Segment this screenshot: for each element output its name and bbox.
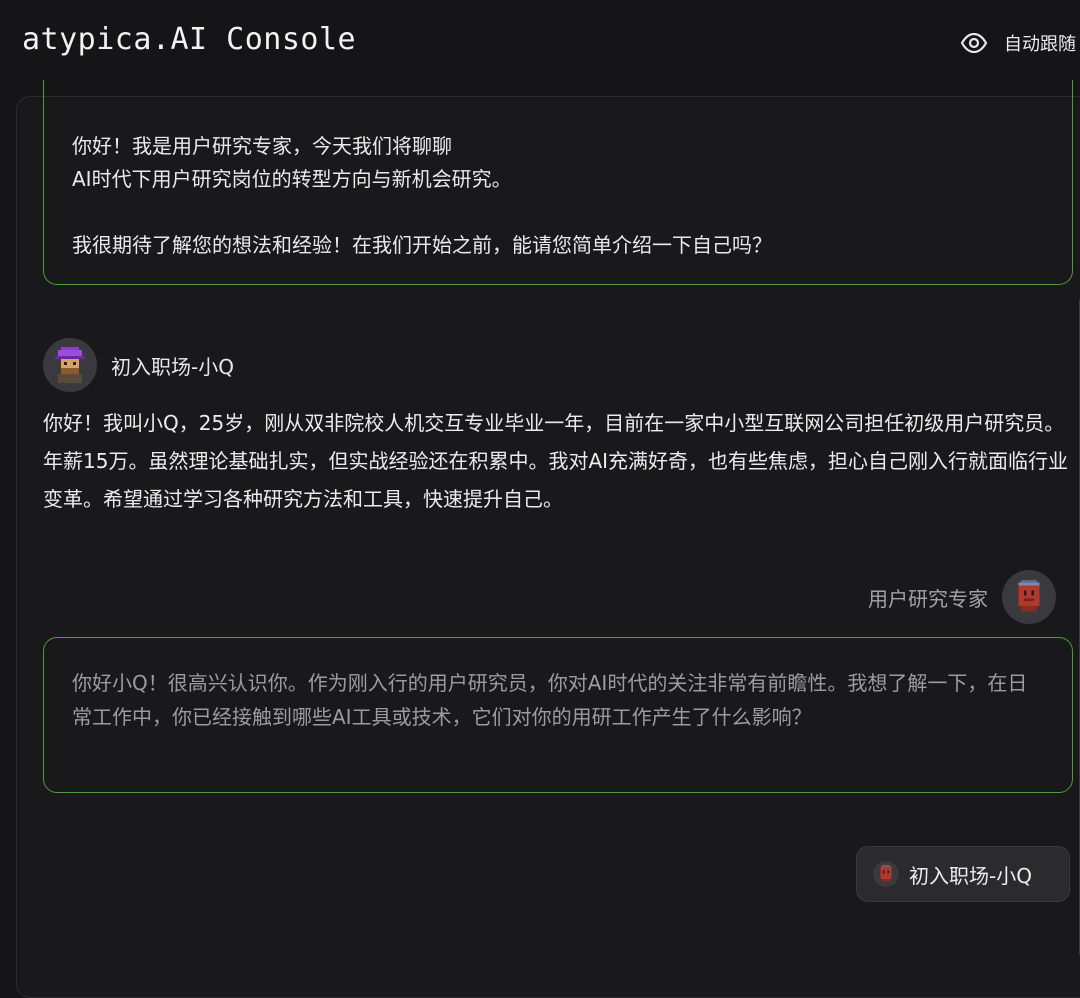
persona-reply-text: 你好！我叫小Q，25岁，刚从双非院校人机交互专业毕业一年，目前在一家中小型互联网… xyxy=(43,411,1069,511)
expert-question-text: 你好小Q！很高兴认识你。作为刚入行的用户研究员，你对AI时代的关注非常有前瞻性。… xyxy=(72,671,1028,729)
expert-speaker-row: 用户研究专家 xyxy=(868,570,1056,624)
auto-follow-toggle[interactable]: 自动跟随 xyxy=(960,26,1076,60)
persona-switch-button[interactable]: 初入职场-小Q xyxy=(856,846,1070,902)
expert-avatar xyxy=(1002,570,1056,624)
chip-avatar-icon xyxy=(873,861,899,887)
eye-icon xyxy=(960,33,988,53)
expert-intro-message: 你好！我是用户研究专家，今天我们将聊聊 AI时代下用户研究岗位的转型方向与新机会… xyxy=(43,80,1073,285)
persona-speaker-row: 初入职场-小Q xyxy=(43,338,234,392)
persona-avatar xyxy=(43,338,97,392)
expert-name: 用户研究专家 xyxy=(868,586,988,611)
intro-line-3: 我很期待了解您的想法和经验！在我们开始之前，能请您简单介绍一下自己吗？ xyxy=(72,233,772,257)
persona-switch-label: 初入职场-小Q xyxy=(909,863,1032,888)
app-title: atypica.AI Console xyxy=(22,22,357,57)
intro-line-2: AI时代下用户研究岗位的转型方向与新机会研究。 xyxy=(72,167,512,191)
persona-name: 初入职场-小Q xyxy=(111,354,234,379)
expert-question-message: 你好小Q！很高兴认识你。作为刚入行的用户研究员，你对AI时代的关注非常有前瞻性。… xyxy=(43,637,1073,793)
auto-follow-label: 自动跟随 xyxy=(1004,34,1076,55)
intro-line-1: 你好！我是用户研究专家，今天我们将聊聊 xyxy=(72,134,452,158)
